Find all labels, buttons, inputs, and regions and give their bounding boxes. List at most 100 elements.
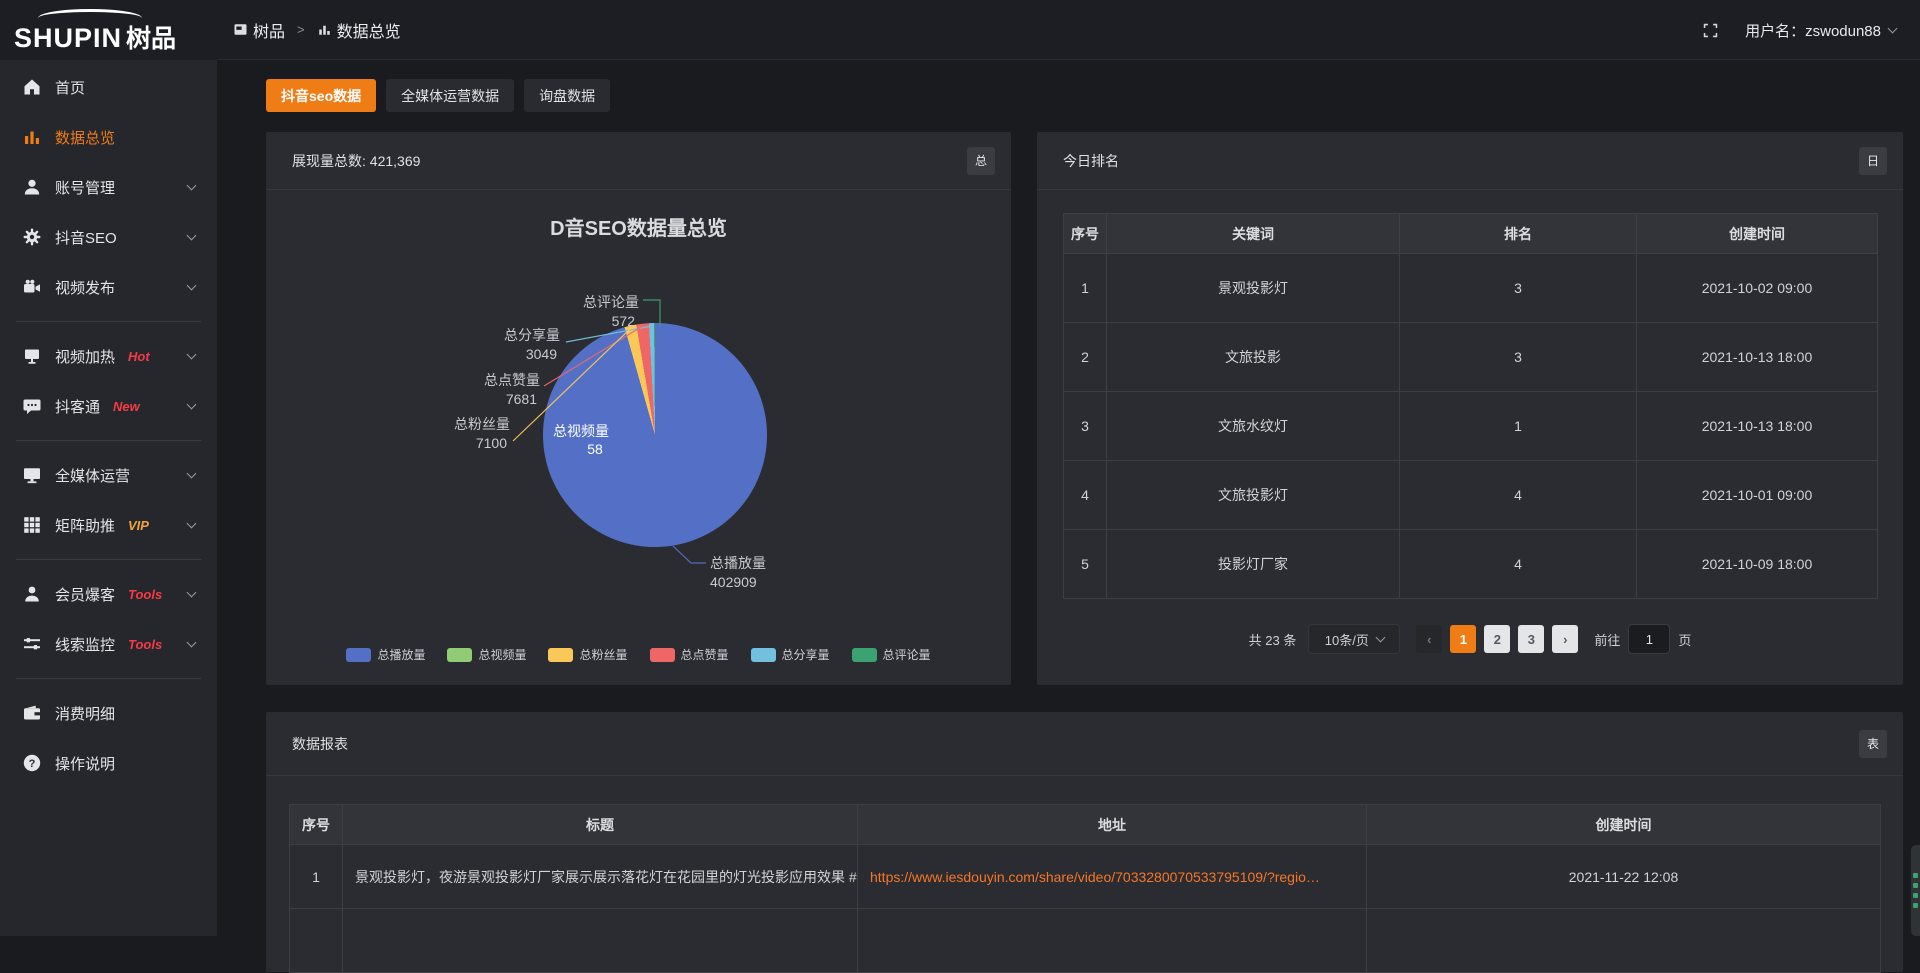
widget-dot <box>1913 883 1918 888</box>
sidebar-item-media-operation[interactable]: 全媒体运营 <box>0 450 217 500</box>
col-rank: 排名 <box>1400 214 1637 254</box>
sidebar-item-douyin-seo[interactable]: 抖音SEO <box>0 212 217 262</box>
table-badge-button[interactable]: 表 <box>1859 730 1887 758</box>
logo-suffix: 树品 <box>126 27 176 52</box>
chevron-down-icon <box>187 469 197 479</box>
grid-icon <box>22 515 42 535</box>
table-row: 5 投影灯厂家 4 2021-10-09 18:00 <box>1064 530 1878 599</box>
callout-fans-name: 总粉丝量 <box>454 416 510 432</box>
bar-chart-icon <box>317 22 332 37</box>
callout-likes-value: 7681 <box>506 391 537 407</box>
tools-badge: Tools <box>128 587 162 602</box>
table-header-row: 序号 关键词 排名 创建时间 <box>1064 214 1878 254</box>
callout-plays-value: 402909 <box>710 574 757 590</box>
pie-chart-area: D音SEO数据量总览 总评论量 572 总分享量 3049 总点赞量 7681 … <box>266 190 1011 685</box>
prev-page-button[interactable]: ‹ <box>1416 625 1442 653</box>
legend-item[interactable]: 总播放量 <box>346 646 425 663</box>
callout-comments-value: 572 <box>612 313 636 329</box>
sidebar-item-lead-monitor[interactable]: 线索监控 Tools <box>0 619 217 669</box>
overview-panel: 展现量总数: 421,369 总 D音SEO数据量总览 总评论量 572 总分享… <box>266 132 1011 685</box>
callout-likes-name: 总点赞量 <box>484 372 540 388</box>
sliders-icon <box>22 634 42 654</box>
sidebar-item-douketong[interactable]: 抖客通 New <box>0 381 217 431</box>
sidebar-item-video-heat[interactable]: 视频加热 Hot <box>0 331 217 381</box>
sidebar-item-video-publish[interactable]: 视频发布 <box>0 262 217 312</box>
chevron-down-icon <box>187 519 197 529</box>
sidebar-item-member-baoke[interactable]: 会员爆客 Tools <box>0 569 217 619</box>
tab-douyin-seo-data[interactable]: 抖音seo数据 <box>266 79 376 112</box>
callout-fans-value: 7100 <box>476 435 507 451</box>
day-badge-button[interactable]: 日 <box>1859 147 1887 175</box>
legend-swatch <box>751 648 776 662</box>
breadcrumb-root[interactable]: 树品 <box>233 18 285 42</box>
legend-swatch <box>852 648 877 662</box>
rank-table: 序号 关键词 排名 创建时间 1 景观投影灯 3 2021-10-02 09:0… <box>1063 213 1878 599</box>
report-title-cell: 景观投影灯，夜游景观投影灯厂家展示展示落花灯在花园里的灯光投影应用效果 #… <box>343 845 858 909</box>
sidebar-divider <box>16 678 201 679</box>
table-row: 2 文旅投影 3 2021-10-13 18:00 <box>1064 323 1878 392</box>
table-row: 1 景观投影灯，夜游景观投影灯厂家展示展示落花灯在花园里的灯光投影应用效果 #…… <box>290 845 1881 909</box>
table-row-partial <box>290 909 1881 973</box>
legend-item[interactable]: 总评论量 <box>852 646 931 663</box>
sidebar-divider <box>16 440 201 441</box>
goto-unit-label: 页 <box>1678 630 1691 649</box>
col-url: 地址 <box>858 805 1367 845</box>
vip-badge: VIP <box>128 518 149 533</box>
col-keyword: 关键词 <box>1107 214 1400 254</box>
table-row: 4 文旅投影灯 4 2021-10-01 09:00 <box>1064 461 1878 530</box>
sidebar-item-home[interactable]: 首页 <box>0 62 217 112</box>
table-header-row: 序号 标题 地址 创建时间 <box>290 805 1881 845</box>
breadcrumb-current: 数据总览 <box>317 18 401 42</box>
floating-widget[interactable] <box>1911 845 1920 936</box>
impressions-total: 展现量总数: 421,369 <box>292 151 420 171</box>
legend-item[interactable]: 总分享量 <box>751 646 830 663</box>
col-created: 创建时间 <box>1637 214 1878 254</box>
sidebar-item-spending-detail[interactable]: 消费明细 <box>0 688 217 738</box>
callout-videos-value: 58 <box>587 441 603 457</box>
video-link[interactable]: https://www.iesdouyin.com/share/video/70… <box>870 869 1320 885</box>
new-badge: New <box>113 399 140 414</box>
goto-page-input[interactable] <box>1628 624 1670 654</box>
tab-inquiry-data[interactable]: 询盘数据 <box>524 79 610 112</box>
next-page-button[interactable]: › <box>1552 625 1578 653</box>
legend-item[interactable]: 总粉丝量 <box>548 646 627 663</box>
data-tabs: 抖音seo数据 全媒体运营数据 询盘数据 <box>266 79 610 112</box>
total-badge-button[interactable]: 总 <box>967 147 995 175</box>
tab-media-operation-data[interactable]: 全媒体运营数据 <box>386 79 514 112</box>
report-panel-title: 数据报表 <box>292 734 348 754</box>
logo-arc <box>38 9 142 27</box>
rank-panel-title: 今日排名 <box>1063 151 1119 171</box>
sidebar-item-data-overview[interactable]: 数据总览 <box>0 112 217 162</box>
page-button-1[interactable]: 1 <box>1450 625 1476 653</box>
goto-label: 前往 <box>1594 630 1620 649</box>
sidebar: 首页 数据总览 账号管理 抖音SEO 视频发布 视频加热 Hot 抖客通 New… <box>0 60 217 936</box>
legend-item[interactable]: 总视频量 <box>447 646 526 663</box>
page-button-2[interactable]: 2 <box>1484 625 1510 653</box>
app-logo[interactable]: SHUPIN 树品 <box>14 8 204 52</box>
top-header: SHUPIN 树品 树品 > 数据总览 用户名：zswodun88 <box>0 0 1920 60</box>
page-button-3[interactable]: 3 <box>1518 625 1544 653</box>
callout-shares-name: 总分享量 <box>504 327 560 343</box>
hot-badge: Hot <box>128 349 150 364</box>
sidebar-divider <box>16 559 201 560</box>
pie-labels-overlay: 总评论量 572 总分享量 3049 总点赞量 7681 总粉丝量 7100 总… <box>266 190 1011 685</box>
person-icon <box>22 584 42 604</box>
chat-icon <box>22 396 42 416</box>
chart-icon <box>22 127 42 147</box>
col-created: 创建时间 <box>1367 805 1881 845</box>
sidebar-item-matrix-boost[interactable]: 矩阵助推 VIP <box>0 500 217 550</box>
billboard-icon <box>22 346 42 366</box>
monitor-icon <box>22 465 42 485</box>
total-count-label: 共 23 条 <box>1249 630 1297 649</box>
col-index: 序号 <box>290 805 343 845</box>
legend-item[interactable]: 总点赞量 <box>650 646 729 663</box>
chevron-down-icon <box>187 350 197 360</box>
sidebar-item-help[interactable]: ? 操作说明 <box>0 738 217 788</box>
legend-swatch <box>447 648 472 662</box>
legend-swatch <box>548 648 573 662</box>
chevron-down-icon <box>187 638 197 648</box>
sidebar-item-account[interactable]: 账号管理 <box>0 162 217 212</box>
username-dropdown[interactable]: 用户名：zswodun88 <box>1745 20 1896 41</box>
page-size-select[interactable]: 10条/页 <box>1308 624 1400 654</box>
fullscreen-icon[interactable] <box>1702 22 1719 39</box>
